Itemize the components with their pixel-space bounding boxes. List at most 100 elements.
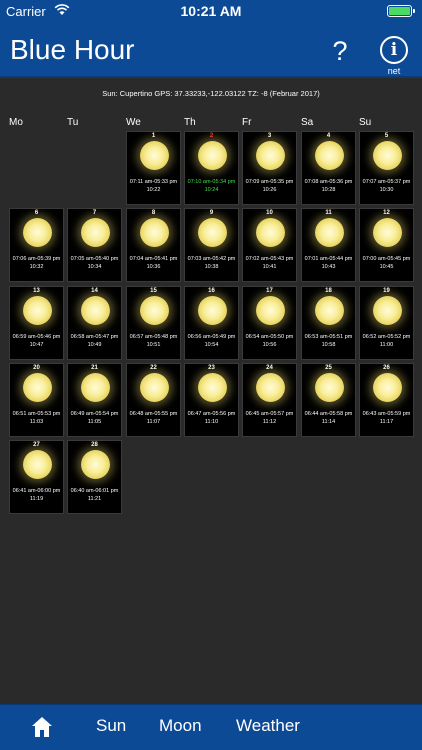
day-duration: 11:10 [204,419,219,425]
info-sub-label: net [387,66,401,76]
weekday-label: Fr [242,117,252,128]
calendar-day[interactable]: 27 06:41 am-06:00 pm 11:19 [9,440,64,514]
weekday-label: We [126,117,141,128]
calendar-day[interactable]: 4 07:08 am-05:36 pm 10:28 [301,131,356,205]
day-time-range: 07:07 am-05:37 pm [362,179,411,185]
day-time-range: 07:06 am-05:39 pm [12,256,61,262]
day-duration: 10:28 [321,187,336,193]
day-number: 14 [91,288,98,294]
sun-icon [198,373,227,402]
day-time-range: 07:03 am-05:42 pm [187,256,236,262]
calendar-day[interactable]: 19 06:52 am-05:52 pm 11:00 [359,286,414,360]
calendar-day[interactable]: 9 07:03 am-05:42 pm 10:38 [184,208,239,282]
tab-moon[interactable]: Moon [159,716,202,736]
day-duration: 10:26 [262,187,277,193]
sun-icon [81,450,110,479]
day-times: 07:11 am-05:33 pm 10:22 [127,178,180,194]
calendar-day[interactable]: 18 06:53 am-05:51 pm 10:58 [301,286,356,360]
day-times: 06:53 am-05:51 pm 10:58 [302,333,355,349]
day-times: 06:52 am-05:52 pm 11:00 [360,333,413,349]
day-time-range: 07:01 am-05:44 pm [304,256,353,262]
day-number: 13 [33,288,40,294]
info-button[interactable]: i [380,36,408,64]
day-number: 20 [33,365,40,371]
day-number: 8 [151,210,156,216]
status-time: 10:21 AM [180,3,242,19]
calendar-day[interactable]: 7 07:05 am-05:40 pm 10:34 [67,208,122,282]
help-button[interactable]: ? [326,36,354,66]
day-times: 06:43 am-05:59 pm 11:17 [360,410,413,426]
tab-bar: Sun Moon Weather [0,704,422,750]
weekday-label: Su [359,117,372,128]
calendar-day[interactable]: 24 06:45 am-05:57 pm 11:12 [242,363,297,437]
calendar-day[interactable]: 6 07:06 am-05:39 pm 10:32 [9,208,64,282]
day-time-range: 06:52 am-05:52 pm [362,334,411,340]
sun-icon [373,296,402,325]
calendar-day[interactable]: 2 07:10 am-05:34 pm 10:24 [184,131,239,205]
day-times: 06:48 am-05:55 pm 11:07 [127,410,180,426]
sun-icon [23,450,52,479]
day-time-range: 07:11 am-05:33 pm [129,179,178,185]
calendar-day[interactable]: 28 06:40 am-06:01 pm 11:21 [67,440,122,514]
day-time-range: 07:10 am-05:34 pm [187,179,236,185]
day-number: 4 [326,133,331,139]
calendar-day[interactable]: 10 07:02 am-05:43 pm 10:41 [242,208,297,282]
day-number: 1 [151,133,156,139]
day-times: 06:51 am-05:53 pm 11:03 [10,410,63,426]
day-times: 07:04 am-05:41 pm 10:36 [127,255,180,271]
day-times: 07:09 am-05:35 pm 10:26 [243,178,296,194]
calendar-day[interactable]: 17 06:54 am-05:50 pm 10:56 [242,286,297,360]
sun-icon [198,218,227,247]
day-times: 07:10 am-05:34 pm 10:24 [185,178,238,194]
calendar-day[interactable]: 16 06:56 am-05:49 pm 10:54 [184,286,239,360]
day-times: 06:41 am-06:00 pm 11:19 [10,487,63,503]
calendar-day[interactable]: 11 07:01 am-05:44 pm 10:43 [301,208,356,282]
sun-icon [256,141,285,170]
calendar-day[interactable]: 12 07:00 am-05:45 pm 10:45 [359,208,414,282]
calendar-day[interactable]: 8 07:04 am-05:41 pm 10:36 [126,208,181,282]
day-duration: 10:24 [204,187,219,193]
day-times: 07:02 am-05:43 pm 10:41 [243,255,296,271]
calendar-day[interactable]: 1 07:11 am-05:33 pm 10:22 [126,131,181,205]
status-bar: Carrier 10:21 AM [0,0,422,22]
weekday-label: Mo [9,117,23,128]
day-number: 16 [208,288,215,294]
day-duration: 10:38 [204,264,219,270]
day-time-range: 06:48 am-05:55 pm [129,411,178,417]
day-time-range: 06:53 am-05:51 pm [304,334,353,340]
day-duration: 10:30 [379,187,394,193]
day-duration: 10:56 [262,342,277,348]
calendar-day[interactable]: 26 06:43 am-05:59 pm 11:17 [359,363,414,437]
sun-icon [315,141,344,170]
day-times: 06:40 am-06:01 pm 11:21 [68,487,121,503]
day-times: 06:57 am-05:48 pm 10:51 [127,333,180,349]
calendar-day[interactable]: 20 06:51 am-05:53 pm 11:03 [9,363,64,437]
sun-icon [315,296,344,325]
home-icon[interactable] [31,715,53,739]
day-duration: 11:17 [379,419,394,425]
day-number: 24 [266,365,273,371]
calendar-day[interactable]: 13 06:59 am-05:46 pm 10:47 [9,286,64,360]
calendar-day[interactable]: 25 06:44 am-05:58 pm 11:14 [301,363,356,437]
day-duration: 10:51 [146,342,161,348]
calendar-day[interactable]: 21 06:49 am-05:54 pm 11:05 [67,363,122,437]
calendar-day[interactable]: 23 06:47 am-05:56 pm 11:10 [184,363,239,437]
calendar-day[interactable]: 14 06:58 am-05:47 pm 10:49 [67,286,122,360]
sun-icon [373,218,402,247]
day-duration: 11:07 [146,419,161,425]
tab-sun[interactable]: Sun [96,716,126,736]
battery-icon [387,5,415,17]
day-number: 27 [33,442,40,448]
tab-weather[interactable]: Weather [236,716,300,736]
calendar-day[interactable]: 15 06:57 am-05:48 pm 10:51 [126,286,181,360]
day-number: 6 [34,210,39,216]
day-times: 07:01 am-05:44 pm 10:43 [302,255,355,271]
nav-bar: Blue Hour ? i net [0,22,422,78]
calendar-day[interactable]: 22 06:48 am-05:55 pm 11:07 [126,363,181,437]
sun-icon [81,296,110,325]
sun-icon [23,218,52,247]
day-number: 19 [383,288,390,294]
calendar-day[interactable]: 5 07:07 am-05:37 pm 10:30 [359,131,414,205]
calendar-day[interactable]: 3 07:09 am-05:35 pm 10:26 [242,131,297,205]
sun-icon [198,296,227,325]
